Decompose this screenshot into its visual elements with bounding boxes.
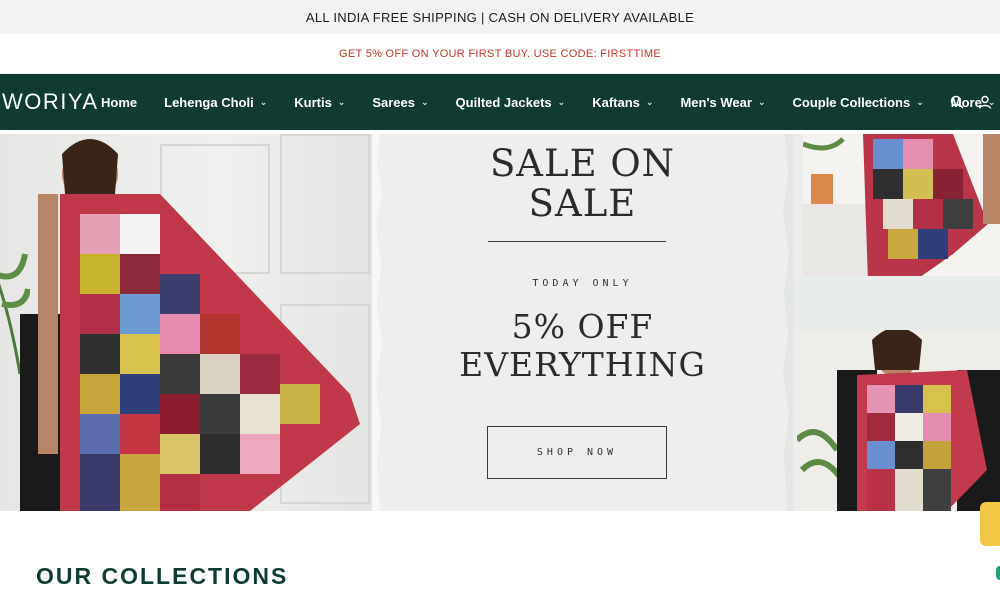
sale-offer-line: 5% OFF [511,307,654,346]
brand-logo-text: WORIYA [2,89,99,114]
chevron-down-icon: ⌄ [337,96,346,107]
search-icon[interactable] [950,95,964,109]
collections-heading: OUR COLLECTIONS [36,563,289,589]
model-saree-photo [20,139,360,511]
nav-item-kurtis[interactable]: Kurtis ⌄ [294,95,345,110]
chevron-down-icon: ⌄ [259,96,268,107]
nav-item-label: Kurtis [294,94,332,110]
nav-item-label: Sarees [372,94,415,110]
brand-logo[interactable]: WORIYA [0,74,99,130]
nav-item-label: Home [101,94,138,110]
chevron-down-icon: ⌄ [757,96,766,107]
shipping-text: ALL INDIA FREE SHIPPING | CASH ON DELIVE… [305,9,695,25]
promo-text: GET 5% OFF ON YOUR FIRST BUY. USE CODE: … [339,47,661,60]
sale-title: SALE ON SALE [372,144,793,224]
header-icons [950,74,992,130]
sale-card: SALE ON SALE TODAY ONLY 5% OFF EVERYTHIN… [372,134,793,511]
sale-title-line: SALE ON [489,142,676,185]
nav-item-home[interactable]: Home [101,95,137,110]
hero-banner[interactable]: SALE ON SALE TODAY ONLY 5% OFF EVERYTHIN… [0,134,1000,511]
nav-item-label: Lehenga Choli [164,94,254,110]
nav-item-couple-collections[interactable]: Couple Collections ⌄ [792,95,923,110]
nav-item-lehenga-choli[interactable]: Lehenga Choli ⌄ [164,95,267,110]
nav-menu: Home Lehenga Choli ⌄ Kurtis ⌄ Sarees ⌄ Quil… [101,74,995,130]
account-icon[interactable] [978,95,992,109]
sale-title-line: SALE [528,182,637,225]
nav-item-label: Couple Collections [792,94,911,110]
photo-frame-gap [793,282,1000,330]
chevron-down-icon: ⌄ [916,96,924,107]
hero-image-left [0,134,372,511]
sale-offer: 5% OFF EVERYTHING [372,308,793,384]
shop-now-button[interactable]: SHOP NOW [487,426,667,479]
hero-image-right-top [803,134,1000,282]
model-saree-photo [803,134,1000,276]
divider [488,241,666,242]
model-saree-photo [797,330,1000,511]
chevron-down-icon: ⌄ [421,96,429,107]
floating-offer-badge[interactable] [980,502,1000,546]
nav-item-mens-wear[interactable]: Men's Wear ⌄ [680,95,765,110]
shipping-announcement: ALL INDIA FREE SHIPPING | CASH ON DELIVE… [0,0,1000,34]
nav-item-sarees[interactable]: Sarees ⌄ [372,95,428,110]
nav-item-quilted-jackets[interactable]: Quilted Jackets ⌄ [456,95,566,110]
nav-item-label: Quilted Jackets [455,94,552,110]
chevron-down-icon: ⌄ [557,96,566,107]
nav-item-label: Men's Wear [680,94,752,110]
nav-item-label: Kaftans [592,94,640,110]
hero-image-right-bottom [797,330,1000,511]
chevron-down-icon: ⌄ [645,96,654,107]
floating-chat-button[interactable] [996,566,1000,580]
sale-subtitle: TODAY ONLY [532,278,633,289]
nav-item-kaftans[interactable]: Kaftans ⌄ [592,95,653,110]
main-navbar: WORIYA Home Lehenga Choli ⌄ Kurtis ⌄ Saree… [0,74,1000,130]
promo-announcement: GET 5% OFF ON YOUR FIRST BUY. USE CODE: … [0,34,1000,74]
sale-offer-line: EVERYTHING [459,345,706,384]
